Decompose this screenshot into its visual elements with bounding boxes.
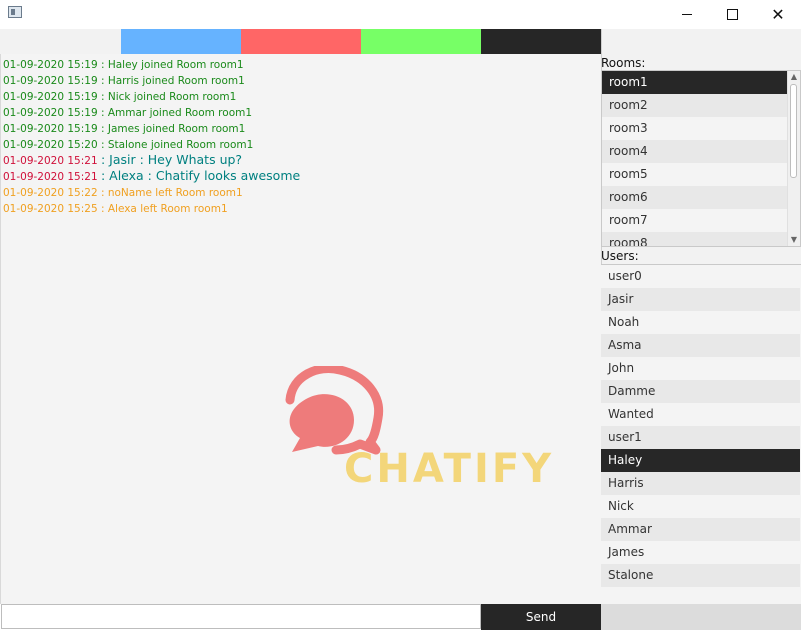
theme-color-green[interactable] — [361, 29, 481, 54]
message-timestamp: 01-09-2020 15:19 : — [3, 75, 108, 87]
message-timestamp: 01-09-2020 15:19 : — [3, 107, 108, 119]
maximize-button[interactable] — [709, 0, 755, 29]
send-button[interactable]: Send — [481, 604, 601, 630]
message-text: Haley joined Room room1 — [107, 59, 244, 71]
maximize-icon — [726, 9, 738, 20]
user-item[interactable]: Haley — [601, 449, 800, 472]
message-timestamp: 01-09-2020 15:19 : — [3, 91, 108, 103]
message-timestamp: 01-09-2020 15:21 — [3, 155, 101, 167]
user-item[interactable]: user1 — [601, 426, 800, 449]
message-text: Harris joined Room room1 — [107, 75, 245, 87]
message-timestamp: 01-09-2020 15:22 : — [3, 187, 108, 199]
close-icon: ✕ — [771, 5, 785, 24]
message-timestamp: 01-09-2020 15:19 : — [3, 123, 108, 135]
theme-color-red[interactable] — [241, 29, 361, 54]
message-text: Nick joined Room room1 — [107, 91, 237, 103]
message-text: : Jasir : Hey Whats up? — [100, 152, 243, 167]
user-item[interactable]: Ammar — [601, 518, 800, 541]
user-item[interactable]: Stalone — [601, 564, 800, 587]
user-item[interactable]: user0 — [601, 265, 800, 288]
users-label: Users: — [601, 249, 639, 263]
user-item[interactable]: Wanted — [601, 403, 800, 426]
user-item[interactable]: Jasir — [601, 288, 800, 311]
color-bar-blank — [0, 29, 121, 54]
chat-message: 01-09-2020 15:25 : Alexa left Room room1 — [3, 203, 228, 215]
message-text: noName left Room room1 — [107, 187, 243, 199]
scroll-down-icon[interactable]: ▼ — [788, 234, 800, 246]
chat-message: 01-09-2020 15:19 : Haley joined Room roo… — [3, 59, 244, 71]
minimize-icon — [682, 14, 692, 15]
title-bar: ✕ — [0, 0, 801, 29]
user-item[interactable]: John — [601, 357, 800, 380]
room-item[interactable]: room8 — [602, 232, 788, 246]
message-timestamp: 01-09-2020 15:19 : — [3, 59, 108, 71]
composer-right-filler — [601, 604, 801, 630]
message-text: Ammar joined Room room1 — [107, 107, 253, 119]
room-item[interactable]: room6 — [602, 186, 788, 209]
user-item[interactable]: Asma — [601, 334, 800, 357]
chat-message: 01-09-2020 15:19 : Nick joined Room room… — [3, 91, 236, 103]
chat-message-area[interactable]: 01-09-2020 15:19 : Haley joined Room roo… — [0, 54, 601, 604]
composer-row: Send — [0, 604, 801, 630]
message-text: : Alexa : Chatify looks awesome — [100, 168, 301, 183]
theme-color-blue[interactable] — [121, 29, 241, 54]
chat-message: 01-09-2020 15:19 : Ammar joined Room roo… — [3, 107, 252, 119]
user-item[interactable]: Nick — [601, 495, 800, 518]
user-item[interactable]: Damme — [601, 380, 800, 403]
logo-bubble-filled — [289, 394, 354, 452]
room-item[interactable]: room2 — [602, 94, 788, 117]
chat-message: 01-09-2020 15:21 : Jasir : Hey Whats up? — [3, 152, 242, 167]
users-list[interactable]: user0 Jasir Noah Asma John Damme Wanted user1 Ha… — [601, 264, 801, 604]
room-item[interactable]: room5 — [602, 163, 788, 186]
message-timestamp: 01-09-2020 15:25 : — [3, 203, 108, 215]
chat-message: 01-09-2020 15:20 : Stalone joined Room r… — [3, 139, 253, 151]
user-item[interactable]: Harris — [601, 472, 800, 495]
message-text: James joined Room room1 — [107, 123, 246, 135]
chat-message: 01-09-2020 15:19 : James joined Room roo… — [3, 123, 245, 135]
user-item[interactable]: Noah — [601, 311, 800, 334]
rooms-scrollbar[interactable]: ▲ ▼ — [787, 71, 800, 246]
room-item[interactable]: room4 — [602, 140, 788, 163]
close-button[interactable]: ✕ — [755, 0, 801, 29]
chatify-logo-text: CHATIFY — [344, 446, 555, 492]
chat-message: 01-09-2020 15:19 : Harris joined Room ro… — [3, 75, 245, 87]
scroll-up-icon[interactable]: ▲ — [788, 71, 800, 83]
rooms-list[interactable]: room1 room2 room3 room4 room5 room6 room7 room8… — [601, 70, 801, 247]
message-text: Stalone joined Room room1 — [107, 139, 254, 151]
user-item[interactable]: James — [601, 541, 800, 564]
room-item[interactable]: room1 — [602, 71, 788, 94]
room-item[interactable]: room3 — [602, 117, 788, 140]
app-window-icon — [8, 6, 22, 18]
rooms-label: Rooms: — [601, 56, 646, 70]
message-text: Alexa left Room room1 — [107, 203, 228, 215]
room-item[interactable]: room7 — [602, 209, 788, 232]
message-timestamp: 01-09-2020 15:21 — [3, 171, 101, 183]
chat-message: 01-09-2020 15:22 : noName left Room room… — [3, 187, 243, 199]
theme-color-dark[interactable] — [481, 29, 601, 54]
minimize-button[interactable] — [664, 0, 710, 29]
message-timestamp: 01-09-2020 15:20 : — [3, 139, 108, 151]
message-input[interactable] — [1, 604, 481, 629]
scrollbar-thumb[interactable] — [790, 84, 797, 178]
chat-message: 01-09-2020 15:21 : Alexa : Chatify looks… — [3, 168, 300, 183]
